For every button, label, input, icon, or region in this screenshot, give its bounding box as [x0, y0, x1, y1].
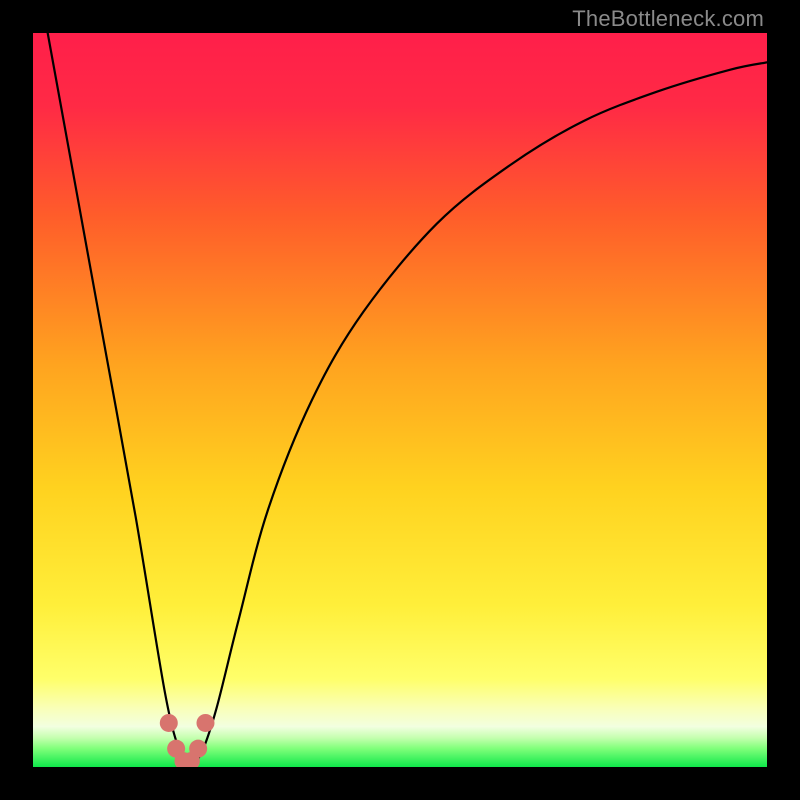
plot-area — [33, 33, 767, 767]
mismatch-curve — [33, 33, 767, 767]
threshold-marker — [160, 714, 178, 732]
threshold-marker — [196, 714, 214, 732]
threshold-marker — [189, 740, 207, 758]
chart-frame: TheBottleneck.com — [0, 0, 800, 800]
watermark-text: TheBottleneck.com — [572, 6, 764, 32]
